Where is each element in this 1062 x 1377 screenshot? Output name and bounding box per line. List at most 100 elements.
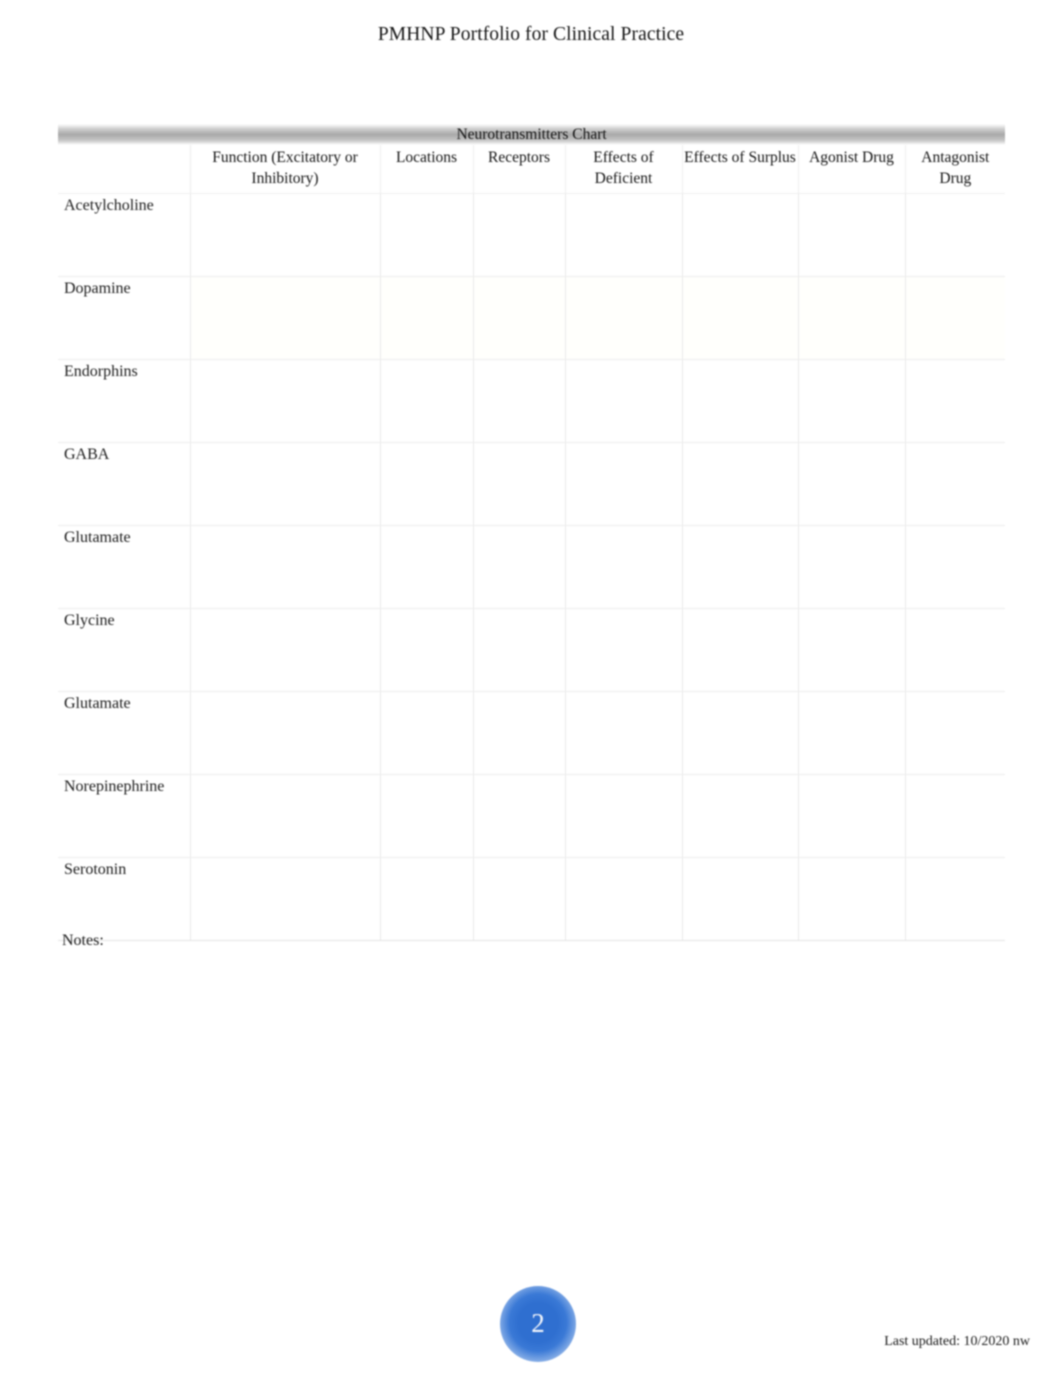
cell-acetylcholine-antagonist[interactable] [905,193,1006,277]
cell-norepinephrine-deficient[interactable] [565,774,683,858]
cell-norepinephrine-locations[interactable] [380,774,474,858]
cell-gaba-surplus[interactable] [682,442,799,526]
cell-glutamate1-receptors[interactable] [473,525,566,609]
document-page: PMHNP Portfolio for Clinical Practice Ne… [0,0,1062,1377]
row-label-norepinephrine: Norepinephrine [58,774,191,858]
cell-serotonin-agonist[interactable] [798,857,906,941]
row-label-serotonin: Serotonin [58,857,191,941]
cell-glycine-function[interactable] [190,608,381,692]
notes-label: Notes: [62,932,104,949]
cell-glycine-surplus[interactable] [682,608,799,692]
cell-endorphins-locations[interactable] [380,359,474,443]
cell-glutamate2-surplus[interactable] [682,691,799,775]
cell-acetylcholine-receptors[interactable] [473,193,566,277]
cell-gaba-function[interactable] [190,442,381,526]
row-label-glutamate-1: Glutamate [58,525,191,609]
cell-dopamine-surplus[interactable] [682,276,799,360]
cell-dopamine-deficient[interactable] [565,276,683,360]
page-number-badge: 2 [500,1286,576,1362]
column-header-receptors: Receptors [473,145,566,194]
row-label-dopamine: Dopamine [58,276,191,360]
cell-gaba-receptors[interactable] [473,442,566,526]
cell-endorphins-surplus[interactable] [682,359,799,443]
cell-glutamate2-locations[interactable] [380,691,474,775]
cell-serotonin-locations[interactable] [380,857,474,941]
table-row: Glutamate [58,525,1006,609]
cell-glutamate1-function[interactable] [190,525,381,609]
cell-dopamine-agonist[interactable] [798,276,906,360]
cell-acetylcholine-deficient[interactable] [565,193,683,277]
table-row: Acetylcholine [58,193,1006,277]
table-row: Glycine [58,608,1006,692]
cell-serotonin-surplus[interactable] [682,857,799,941]
cell-serotonin-deficient[interactable] [565,857,683,941]
column-header-effects-of-surplus: Effects of Surplus [682,145,799,194]
cell-gaba-agonist[interactable] [798,442,906,526]
cell-endorphins-agonist[interactable] [798,359,906,443]
cell-dopamine-locations[interactable] [380,276,474,360]
cell-glycine-deficient[interactable] [565,608,683,692]
cell-acetylcholine-function[interactable] [190,193,381,277]
column-header-agonist-drug: Agonist Drug [798,145,906,194]
table-row: Endorphins [58,359,1006,443]
row-label-glycine: Glycine [58,608,191,692]
cell-serotonin-antagonist[interactable] [905,857,1006,941]
cell-glycine-locations[interactable] [380,608,474,692]
cell-acetylcholine-surplus[interactable] [682,193,799,277]
column-header-effects-of-deficient: Effects of Deficient [565,145,683,194]
neurotransmitters-table: Neurotransmitters Chart Function (Excita… [58,124,1006,941]
page-title: PMHNP Portfolio for Clinical Practice [377,24,685,45]
cell-glutamate2-agonist[interactable] [798,691,906,775]
neurotransmitters-table-wrapper: Neurotransmitters Chart Function (Excita… [58,124,1006,941]
cell-glutamate2-function[interactable] [190,691,381,775]
cell-endorphins-receptors[interactable] [473,359,566,443]
cell-glutamate2-deficient[interactable] [565,691,683,775]
column-header-locations: Locations [380,145,474,194]
table-row: Serotonin [58,857,1006,941]
cell-dopamine-receptors[interactable] [473,276,566,360]
footer-last-updated: Last updated: 10/2020 nw [884,1334,1030,1349]
row-label-glutamate-2: Glutamate [58,691,191,775]
cell-glutamate1-surplus[interactable] [682,525,799,609]
table-column-header-row: Function (Excitatory or Inhibitory) Loca… [58,145,1006,194]
table-banner-cell: Neurotransmitters Chart [58,124,1006,145]
cell-glutamate1-antagonist[interactable] [905,525,1006,609]
cell-endorphins-antagonist[interactable] [905,359,1006,443]
cell-serotonin-receptors[interactable] [473,857,566,941]
cell-norepinephrine-surplus[interactable] [682,774,799,858]
row-label-acetylcholine: Acetylcholine [58,193,191,277]
cell-glycine-agonist[interactable] [798,608,906,692]
page-number-text: 2 [531,1307,545,1338]
cell-serotonin-function[interactable] [190,857,381,941]
table-row: Glutamate [58,691,1006,775]
cell-glutamate1-deficient[interactable] [565,525,683,609]
cell-gaba-antagonist[interactable] [905,442,1006,526]
table-banner-title: Neurotransmitters Chart [456,126,607,143]
cell-glycine-receptors[interactable] [473,608,566,692]
cell-glutamate2-antagonist[interactable] [905,691,1006,775]
cell-norepinephrine-antagonist[interactable] [905,774,1006,858]
cell-norepinephrine-receptors[interactable] [473,774,566,858]
cell-acetylcholine-agonist[interactable] [798,193,906,277]
cell-glutamate1-locations[interactable] [380,525,474,609]
cell-norepinephrine-function[interactable] [190,774,381,858]
cell-endorphins-function[interactable] [190,359,381,443]
cell-endorphins-deficient[interactable] [565,359,683,443]
row-label-endorphins: Endorphins [58,359,191,443]
cell-dopamine-function[interactable] [190,276,381,360]
cell-glutamate2-receptors[interactable] [473,691,566,775]
column-header-antagonist-drug: Antagonist Drug [905,145,1006,194]
table-row: GABA [58,442,1006,526]
column-header-function: Function (Excitatory or Inhibitory) [190,145,381,194]
column-header-row-label [58,145,191,194]
cell-glycine-antagonist[interactable] [905,608,1006,692]
table-banner-row: Neurotransmitters Chart [58,124,1006,145]
cell-glutamate1-agonist[interactable] [798,525,906,609]
cell-gaba-deficient[interactable] [565,442,683,526]
cell-gaba-locations[interactable] [380,442,474,526]
row-label-gaba: GABA [58,442,191,526]
cell-acetylcholine-locations[interactable] [380,193,474,277]
table-row: Norepinephrine [58,774,1006,858]
cell-norepinephrine-agonist[interactable] [798,774,906,858]
cell-dopamine-antagonist[interactable] [905,276,1006,360]
